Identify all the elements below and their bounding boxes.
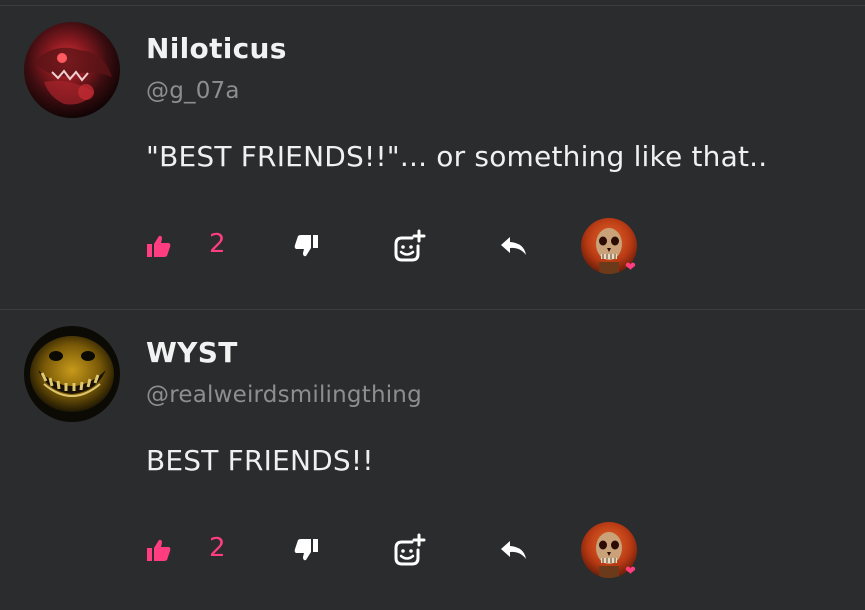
reactor-avatar[interactable]: ❤: [581, 522, 639, 580]
comment-text: "BEST FRIENDS!!"... or something like th…: [146, 140, 768, 173]
comment-actions: 2 ❤: [0, 520, 865, 580]
add-sticker-button[interactable]: [392, 520, 426, 580]
comment-actions: 2 ❤: [0, 216, 865, 276]
username[interactable]: Niloticus: [146, 32, 287, 65]
comment-text: BEST FRIENDS!!: [146, 444, 374, 477]
like-button[interactable]: [146, 216, 172, 276]
username[interactable]: WYST: [146, 336, 238, 369]
thumbs-down-icon: [294, 539, 318, 561]
add-sticker-icon: [394, 229, 426, 262]
smiling-creature-avatar-icon: [24, 326, 120, 422]
add-sticker-icon: [394, 533, 426, 566]
user-avatar[interactable]: [24, 326, 120, 422]
heart-icon: ❤: [625, 260, 636, 275]
user-handle[interactable]: @g_07a: [146, 78, 240, 104]
dislike-button[interactable]: [293, 216, 319, 276]
user-avatar[interactable]: [24, 22, 120, 118]
reply-icon: [501, 237, 526, 255]
thumbs-down-icon: [294, 235, 318, 257]
reply-icon: [501, 541, 526, 559]
red-creature-avatar-icon: [24, 22, 120, 118]
like-count: 2: [209, 229, 226, 259]
heart-icon: ❤: [625, 564, 636, 579]
user-handle[interactable]: @realweirdsmilingthing: [146, 382, 422, 408]
thumbs-up-icon: [147, 235, 171, 257]
reply-button[interactable]: [498, 216, 528, 276]
like-count: 2: [209, 533, 226, 563]
thumbs-up-icon: [147, 539, 171, 561]
like-button[interactable]: [146, 520, 172, 580]
comment-item: WYST @realweirdsmilingthing BEST FRIENDS…: [0, 310, 865, 610]
dislike-button[interactable]: [293, 520, 319, 580]
comment-item: Niloticus @g_07a "BEST FRIENDS!!"... or …: [0, 6, 865, 306]
reactor-avatar[interactable]: ❤: [581, 218, 639, 276]
reply-button[interactable]: [498, 520, 528, 580]
add-sticker-button[interactable]: [392, 216, 426, 276]
